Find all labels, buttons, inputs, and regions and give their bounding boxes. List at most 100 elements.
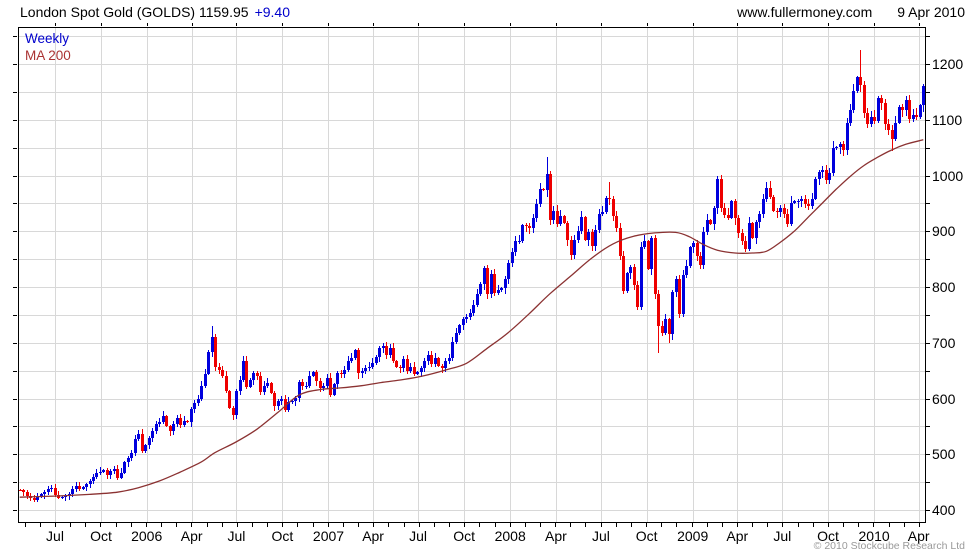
candle-body (497, 290, 500, 293)
candle-body (532, 218, 535, 228)
candle-body (615, 216, 618, 228)
candle-body (134, 439, 137, 453)
candle-body (654, 238, 657, 294)
candle-body (476, 294, 479, 305)
candle-body (640, 247, 643, 307)
candle-body (144, 445, 147, 451)
candle-body (179, 418, 182, 425)
candle-body (633, 267, 636, 285)
candle-body (696, 243, 699, 256)
legend-item-ma200: MA 200 (25, 48, 71, 63)
candle-body (26, 492, 29, 496)
candle-body (793, 201, 796, 203)
candle-body (364, 368, 367, 371)
candle-body (818, 172, 821, 179)
candle-body (675, 279, 678, 292)
x-axis-label: Oct (453, 528, 475, 544)
candle-body (549, 174, 552, 220)
candle-body (535, 204, 538, 218)
gold-weekly-chart-page: London Spot Gold (GOLDS) 1159.95 +9.40 ww… (0, 0, 980, 560)
candle-body (242, 361, 245, 380)
candle-body (556, 211, 559, 224)
h-gridlines (18, 36, 925, 511)
candle-body (61, 497, 64, 498)
candle-body (319, 381, 322, 388)
candle-body (263, 386, 266, 392)
candle-body (765, 188, 768, 199)
candle-body (270, 383, 273, 393)
y-axis-label: 1000 (932, 168, 963, 184)
candle-body (587, 232, 590, 240)
candle-body (922, 86, 925, 105)
y-axis-label: 700 (932, 335, 956, 351)
candle-body (846, 123, 849, 150)
candle-body (232, 408, 235, 415)
candle-body (50, 488, 53, 489)
candle-body (912, 115, 915, 119)
x-axis-label: Jul (773, 528, 791, 544)
candle-body (884, 103, 887, 124)
candle-body (127, 458, 130, 462)
candle-body (465, 317, 468, 319)
candle-body (905, 100, 908, 110)
candle-body (713, 208, 716, 224)
candle-body (402, 359, 405, 368)
candle-body (78, 486, 81, 489)
candle-body (451, 342, 454, 358)
x-axis-label: Apr (362, 528, 384, 544)
candle-body (804, 199, 807, 204)
candle-body (828, 173, 831, 180)
candle-body (336, 373, 339, 384)
candle-body (448, 358, 451, 361)
candle-body (783, 208, 786, 214)
candle-body (692, 243, 695, 247)
candle-body (685, 266, 688, 275)
candle-body (399, 367, 402, 368)
candle-body (392, 348, 395, 361)
candle-body (413, 367, 416, 374)
candle-body (371, 363, 374, 367)
candle-body (430, 355, 433, 364)
candle-body (165, 416, 168, 426)
y-axis-label: 1200 (932, 56, 963, 72)
candle-body (647, 241, 650, 269)
candle-body (406, 359, 409, 371)
candle-body (619, 228, 622, 256)
candle-body (95, 473, 98, 477)
candle-body (123, 462, 126, 473)
x-axis-label: Apr (181, 528, 203, 544)
candle-body (825, 170, 828, 180)
candle-body (75, 486, 78, 489)
candle-body (116, 469, 119, 478)
candle-body (277, 401, 280, 406)
candle-body (919, 105, 922, 117)
candle-body (682, 275, 685, 314)
candle-body (455, 333, 458, 342)
candle-body (542, 189, 545, 190)
candle-body (437, 358, 440, 366)
candle-body (744, 241, 747, 249)
candle-body (183, 421, 186, 425)
candle-body (835, 147, 838, 148)
candle-body (807, 204, 810, 206)
candle-body (378, 348, 381, 357)
candle-body (821, 170, 824, 172)
candle-body (190, 409, 193, 422)
candle-body (877, 98, 880, 121)
candle-body (723, 208, 726, 215)
candle-body (280, 399, 283, 401)
candle-body (469, 313, 472, 317)
x-axis-label: 2009 (677, 528, 708, 544)
candle-body (483, 268, 486, 284)
candle-body (375, 357, 378, 363)
candle-body (200, 386, 203, 399)
x-axis-labels: Jul Oct 2006 Apr Jul Oct 2007 Apr Jul Oct 2008 Apr J… (46, 528, 930, 544)
candle-body (661, 326, 664, 333)
candle-body (504, 279, 507, 288)
candle-body (423, 361, 426, 368)
candle-body (626, 273, 629, 291)
candle-body (333, 384, 336, 395)
x-axis-label: Oct (90, 528, 112, 544)
candle-body (416, 372, 419, 374)
candle-body (594, 230, 597, 246)
